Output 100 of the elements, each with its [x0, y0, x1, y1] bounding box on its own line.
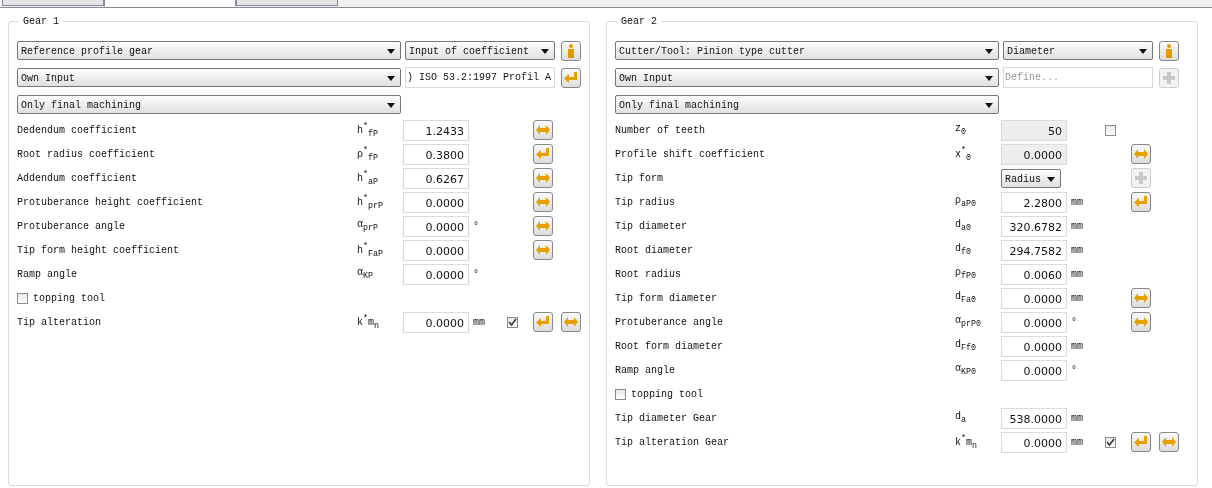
number-field[interactable]: 50 [1001, 119, 1067, 141]
dropdown[interactable]: Diameter [1003, 41, 1153, 60]
swap-button[interactable] [533, 192, 553, 212]
tab[interactable] [2, 0, 104, 6]
unit-label: mm [1071, 268, 1083, 280]
input-field[interactable]: ) ISO 53.2:1997 Profil A [405, 67, 555, 88]
symbol: d$_{a0}$ [955, 219, 971, 230]
tab[interactable] [236, 0, 338, 6]
field-label: Tip form diameter [615, 292, 719, 304]
caret-icon [387, 76, 395, 81]
symbol: z$_{0}$ [955, 123, 966, 134]
enter-button[interactable] [1131, 192, 1151, 212]
info-button[interactable] [1159, 40, 1179, 61]
swap-button[interactable] [1159, 432, 1179, 452]
double-arrow-icon [1134, 149, 1148, 159]
number-field[interactable]: 0.3800 [403, 143, 469, 165]
unit-label: mm [1071, 340, 1083, 352]
symbol: α$_{prP0}$ [955, 315, 981, 326]
dropdown[interactable]: Cutter/Tool: Pinion type cutter [615, 41, 999, 60]
number-field[interactable]: 0.0000 [1001, 359, 1067, 381]
swap-button[interactable] [1131, 288, 1151, 308]
dropdown[interactable]: Only final machining [17, 95, 401, 114]
number-field[interactable]: 0.0000 [403, 239, 469, 261]
double-arrow-icon [564, 317, 578, 327]
unit-label: mm [1071, 436, 1083, 448]
caret-icon [985, 49, 993, 54]
double-arrow-icon [536, 125, 550, 135]
number-field[interactable]: 320.6782 [1001, 215, 1067, 237]
symbol: k$^{*}$m$_{n}$ [955, 436, 978, 448]
input-field[interactable]: Define... [1003, 67, 1153, 88]
swap-button[interactable] [533, 240, 553, 260]
enter-button[interactable] [561, 67, 581, 88]
checkbox[interactable] [615, 388, 626, 400]
enter-button[interactable] [533, 144, 553, 164]
field-label: Dedendum coefficient [17, 124, 139, 136]
number-field[interactable]: 2.2800 [1001, 191, 1067, 213]
dropdown[interactable]: Own Input [615, 68, 999, 87]
unit-label: mm [1071, 196, 1083, 208]
checkbox[interactable] [1105, 124, 1116, 136]
dropdown[interactable]: Input of coefficient [405, 41, 555, 60]
caret-icon [985, 103, 993, 108]
unit-label: ° [473, 220, 479, 232]
enter-button[interactable] [1131, 432, 1151, 452]
caret-icon [985, 76, 993, 81]
caret-icon [387, 103, 395, 108]
return-arrow-icon [536, 316, 550, 328]
field-label: Ramp angle [615, 364, 676, 376]
swap-button[interactable] [533, 216, 553, 236]
field-label: Tip diameter [615, 220, 688, 232]
number-field[interactable]: 294.7582 [1001, 239, 1067, 261]
number-field[interactable]: 0.0000 [1001, 431, 1067, 453]
unit-label: ° [1071, 364, 1077, 376]
number-field[interactable]: 0.0000 [1001, 335, 1067, 357]
dropdown[interactable]: Own Input [17, 68, 401, 87]
number-field[interactable]: 0.0000 [403, 263, 469, 285]
double-arrow-icon [1134, 293, 1148, 303]
caret-icon [1047, 176, 1055, 182]
caret-icon [387, 49, 395, 54]
number-field[interactable]: 538.0000 [1001, 407, 1067, 429]
checkbox[interactable] [1105, 436, 1116, 448]
number-field[interactable]: 0.6267 [403, 167, 469, 189]
field-label: Protuberance height coefficient [17, 196, 205, 208]
field-label: Tip radius [615, 196, 676, 208]
number-field[interactable]: 0.0000 [403, 311, 469, 333]
dropdown[interactable]: Reference profile gear [17, 41, 401, 60]
swap-button[interactable] [1131, 144, 1151, 164]
checkbox[interactable] [507, 316, 518, 328]
symbol: d$_{a}$ [955, 411, 966, 422]
double-arrow-icon [536, 173, 550, 183]
number-field[interactable]: 0.0000 [1001, 287, 1067, 309]
checkbox[interactable] [17, 292, 28, 304]
symbol: α$_{KP}$ [357, 267, 373, 278]
swap-button[interactable] [533, 168, 553, 188]
field-label: Root diameter [615, 244, 694, 256]
unit-label: mm [1071, 292, 1083, 304]
swap-button[interactable] [1131, 312, 1151, 332]
symbol: α$_{prP}$ [357, 219, 378, 230]
swap-button[interactable] [533, 120, 553, 140]
field-label: Addendum coefficient [17, 172, 139, 184]
field-label: Tip alteration [17, 316, 102, 328]
return-arrow-icon [536, 148, 550, 160]
number-field[interactable]: 0.0060 [1001, 263, 1067, 285]
enter-button[interactable] [533, 312, 553, 332]
dropdown[interactable]: Only final machining [615, 95, 999, 114]
plus-icon [1163, 71, 1175, 84]
field-label: Protuberance angle [615, 316, 725, 328]
field-label: Root radius [615, 268, 682, 280]
double-arrow-icon [1134, 317, 1148, 327]
number-field[interactable]: 0.0000 [1001, 143, 1067, 165]
number-field[interactable]: 0.0000 [403, 215, 469, 237]
symbol: ρ$_{fP0}$ [955, 267, 976, 278]
info-button[interactable] [561, 40, 581, 61]
number-field[interactable]: 1.2433 [403, 119, 469, 141]
symbol: d$_{Fa0}$ [955, 291, 976, 302]
swap-button[interactable] [561, 312, 581, 332]
number-field[interactable]: 0.0000 [403, 191, 469, 213]
dropdown[interactable]: Radius [1001, 168, 1061, 188]
number-field[interactable]: 0.0000 [1001, 311, 1067, 333]
symbol: d$_{Ff0}$ [955, 339, 976, 350]
unit-label: mm [473, 316, 485, 328]
